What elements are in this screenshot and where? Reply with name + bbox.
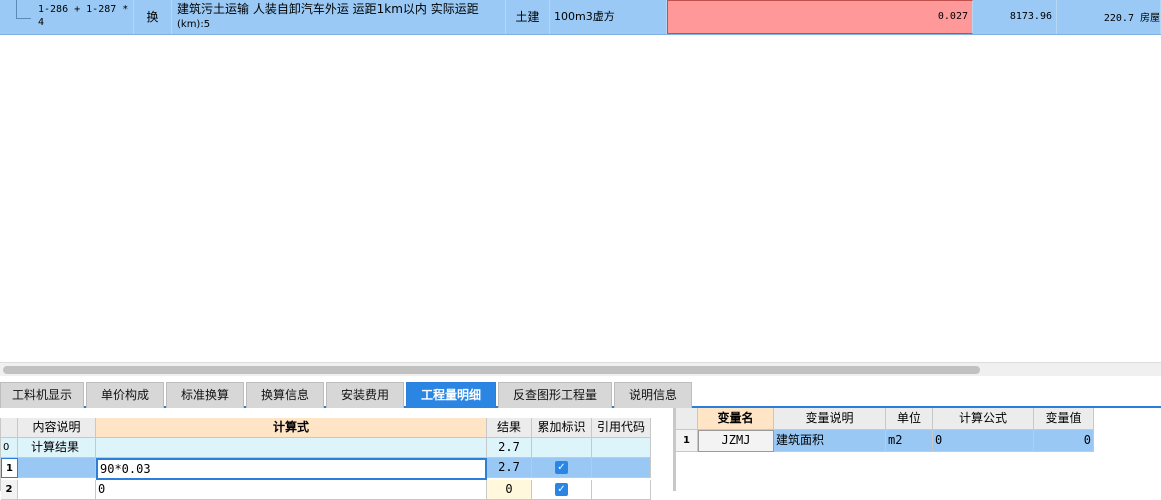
- header-var-unit[interactable]: 单位: [886, 408, 933, 430]
- item-unit-price-cell[interactable]: 8173.96: [973, 0, 1057, 34]
- row-desc[interactable]: 计算结果: [18, 438, 96, 458]
- header-desc[interactable]: 内容说明: [18, 418, 96, 438]
- tab-material-machine[interactable]: 工料机显示: [0, 382, 84, 408]
- header-var-formula[interactable]: 计算公式: [933, 408, 1034, 430]
- item-name-line2: (km):5: [177, 19, 211, 30]
- quantity-detail-grid: 内容说明 计算式 结果 累加标识 引用代码 0 计算结果 2.7 1 90*0.…: [0, 418, 651, 500]
- row-ref-code[interactable]: [592, 458, 651, 478]
- var-desc-cell[interactable]: 建筑面积: [774, 430, 886, 452]
- tab-description-info[interactable]: 说明信息: [614, 382, 692, 408]
- header-formula[interactable]: 计算式: [96, 418, 487, 438]
- tab-quantity-detail[interactable]: 工程量明细: [406, 382, 496, 408]
- var-unit-cell[interactable]: m2: [886, 430, 933, 452]
- item-unit-cell[interactable]: 100m3虚方: [550, 0, 667, 34]
- tab-install-cost[interactable]: 安装费用: [326, 382, 404, 408]
- row-number[interactable]: 0: [1, 438, 18, 458]
- row-number-header: [1, 418, 18, 438]
- header-accumulate[interactable]: 累加标识: [532, 418, 592, 438]
- row-number[interactable]: 2: [1, 480, 18, 500]
- row-desc[interactable]: [18, 480, 96, 500]
- row-result: 2.7: [487, 458, 532, 478]
- selected-item-row[interactable]: 1-286 + 1-287 * 4 换 建筑污土运输 人装自卸汽车外运 运距1k…: [0, 0, 1161, 35]
- item-major-cell[interactable]: 土建: [506, 0, 550, 34]
- item-code: 1-286 + 1-287 * 4: [38, 4, 129, 28]
- detail-tab-bar: 工料机显示 单价构成 标准换算 换算信息 安装费用 工程量明细 反查图形工程量 …: [0, 378, 1161, 408]
- item-quantity-cell[interactable]: 0.027: [667, 0, 973, 34]
- row-accumulate[interactable]: ✓: [532, 480, 592, 500]
- row-formula[interactable]: 0: [96, 480, 487, 500]
- row-ref-code[interactable]: [592, 480, 651, 500]
- row-desc[interactable]: [18, 458, 96, 478]
- row-ref-code[interactable]: [592, 438, 651, 458]
- row-accumulate[interactable]: [532, 438, 592, 458]
- scrollbar-thumb[interactable]: [3, 366, 980, 374]
- row-result: 2.7: [487, 438, 532, 458]
- item-total-cell[interactable]: 220.7 房屋: [1057, 0, 1161, 34]
- checkbox-checked-icon[interactable]: ✓: [555, 483, 568, 496]
- item-name-cell[interactable]: 建筑污土运输 人装自卸汽车外运 运距1km以内 实际运距 (km):5: [172, 0, 506, 34]
- item-name-line1: 建筑污土运输 人装自卸汽车外运 运距1km以内 实际运距: [177, 2, 479, 16]
- header-var-value[interactable]: 变量值: [1034, 408, 1094, 430]
- tab-standard-conversion[interactable]: 标准换算: [166, 382, 244, 408]
- row-accumulate[interactable]: ✓: [532, 458, 592, 478]
- tab-unit-price-composition[interactable]: 单价构成: [86, 382, 164, 408]
- row-number-header: [676, 408, 698, 430]
- header-var-name[interactable]: 变量名: [698, 408, 774, 430]
- header-ref-code[interactable]: 引用代码: [592, 418, 651, 438]
- row-number[interactable]: 1: [676, 430, 698, 452]
- tree-connector: [16, 0, 31, 19]
- var-name-cell[interactable]: JZMJ: [698, 430, 774, 452]
- formula-input[interactable]: 90*0.03: [96, 458, 487, 480]
- row-number[interactable]: 1: [1, 458, 18, 478]
- checkbox-checked-icon[interactable]: ✓: [555, 461, 568, 474]
- item-total: 220.7 房屋: [1103, 13, 1160, 24]
- row-formula[interactable]: [96, 438, 487, 458]
- item-type-cell[interactable]: 换: [134, 0, 172, 34]
- variable-grid: 变量名 变量说明 单位 计算公式 变量值 1 JZMJ 建筑面积 m2 0 0: [675, 408, 1161, 491]
- horizontal-scrollbar[interactable]: [0, 362, 1161, 376]
- var-value-cell[interactable]: 0: [1034, 430, 1094, 452]
- row-result: 0: [487, 480, 532, 500]
- var-formula-cell[interactable]: 0: [933, 430, 1034, 452]
- header-result[interactable]: 结果: [487, 418, 532, 438]
- tab-conversion-info[interactable]: 换算信息: [246, 382, 324, 408]
- item-code-cell[interactable]: 1-286 + 1-287 * 4: [0, 0, 134, 34]
- header-var-desc[interactable]: 变量说明: [774, 408, 886, 430]
- tab-reverse-graphic-quantity[interactable]: 反查图形工程量: [498, 382, 612, 408]
